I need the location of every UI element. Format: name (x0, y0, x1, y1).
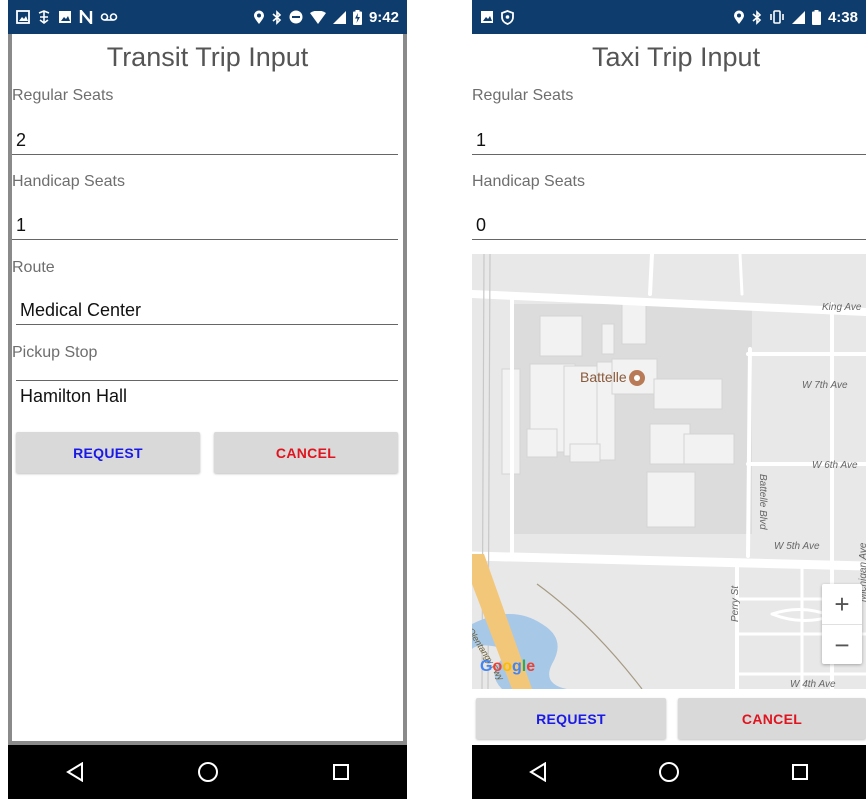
regular-seats-input[interactable]: 1 (476, 130, 486, 151)
zoom-out-button[interactable]: − (822, 624, 862, 665)
regular-seats-underline (12, 154, 398, 155)
vpn-icon (501, 9, 514, 25)
street-label-king-ave: King Ave (822, 302, 862, 313)
route-underline (16, 324, 398, 325)
zoom-in-button[interactable]: + (822, 584, 862, 624)
navigation-bar (472, 745, 866, 799)
wifi-icon (309, 10, 326, 24)
street-label-perry: Perry St (730, 585, 741, 622)
route-label: Route (12, 259, 55, 276)
taxi-phone: 4:38 Taxi Trip Input Regular Seats 1 Han… (472, 0, 866, 799)
vibrate-icon (769, 10, 785, 24)
signal-icon (332, 10, 346, 24)
voicemail-icon (100, 11, 118, 23)
page-title: Taxi Trip Input (592, 42, 761, 72)
route-select[interactable]: Medical Center (20, 300, 141, 321)
pickup-stop-underline (16, 380, 398, 381)
signal-icon (791, 10, 805, 24)
status-bar: 9:42 (8, 0, 407, 34)
image-icon (480, 10, 494, 24)
battelle-marker-icon[interactable] (629, 370, 645, 386)
regular-seats-label: Regular Seats (472, 87, 574, 104)
image-icon (16, 10, 30, 24)
n-icon (79, 10, 93, 24)
handicap-seats-input[interactable]: 1 (16, 215, 26, 236)
map-view[interactable]: Battelle King Ave W 7th Ave W 6th Ave Ba… (472, 254, 866, 689)
pickup-stop-label: Pickup Stop (12, 344, 98, 361)
image-icon (58, 10, 72, 24)
location-icon (253, 10, 265, 25)
page-title: Transit Trip Input (106, 42, 309, 72)
street-label-w5th: W 5th Ave (774, 541, 820, 552)
recents-icon[interactable] (321, 752, 361, 792)
regular-seats-underline (472, 154, 866, 155)
street-label-w4th: W 4th Ave (790, 679, 836, 689)
google-logo: Google (480, 658, 536, 675)
handicap-seats-input[interactable]: 0 (476, 215, 486, 236)
handicap-seats-underline (12, 239, 398, 240)
handicap-seats-label: Handicap Seats (472, 173, 585, 190)
do-not-disturb-icon (289, 10, 303, 24)
navigation-bar (8, 745, 407, 799)
regular-seats-label: Regular Seats (12, 87, 114, 104)
transit-phone: 9:42 Transit Trip Input Regular Seats 2 … (8, 0, 407, 799)
handicap-seats-underline (472, 239, 866, 240)
back-icon[interactable] (518, 752, 558, 792)
home-icon[interactable] (649, 752, 689, 792)
recents-icon[interactable] (780, 752, 820, 792)
street-label-w7th: W 7th Ave (802, 380, 848, 391)
location-icon (733, 10, 745, 25)
cancel-button[interactable]: CANCEL (214, 432, 398, 473)
bluetooth-icon (752, 9, 762, 25)
street-label-battelle-blvd: Battelle Blvd (757, 474, 768, 530)
pickup-stop-select[interactable]: Hamilton Hall (20, 386, 127, 407)
device-icon (37, 10, 51, 24)
taxi-screen: Taxi Trip Input Regular Seats 1 Handicap… (472, 34, 866, 745)
status-time: 9:42 (368, 8, 399, 26)
map-canvas (472, 254, 866, 689)
home-icon[interactable] (188, 752, 228, 792)
zoom-controls: + − (822, 584, 862, 664)
regular-seats-input[interactable]: 2 (16, 130, 26, 151)
bluetooth-icon (272, 9, 282, 25)
cancel-button[interactable]: CANCEL (678, 698, 866, 739)
handicap-seats-label: Handicap Seats (12, 173, 125, 190)
request-button[interactable]: REQUEST (476, 698, 666, 739)
poi-label: Battelle (580, 369, 627, 385)
request-button[interactable]: REQUEST (16, 432, 200, 473)
street-label-w6th: W 6th Ave (812, 460, 858, 471)
back-icon[interactable] (55, 752, 95, 792)
battery-charging-icon (352, 9, 362, 25)
status-bar: 4:38 (472, 0, 866, 34)
transit-screen: Transit Trip Input Regular Seats 2 Handi… (8, 34, 407, 745)
status-time: 4:38 (827, 8, 858, 26)
battery-icon (811, 9, 821, 25)
